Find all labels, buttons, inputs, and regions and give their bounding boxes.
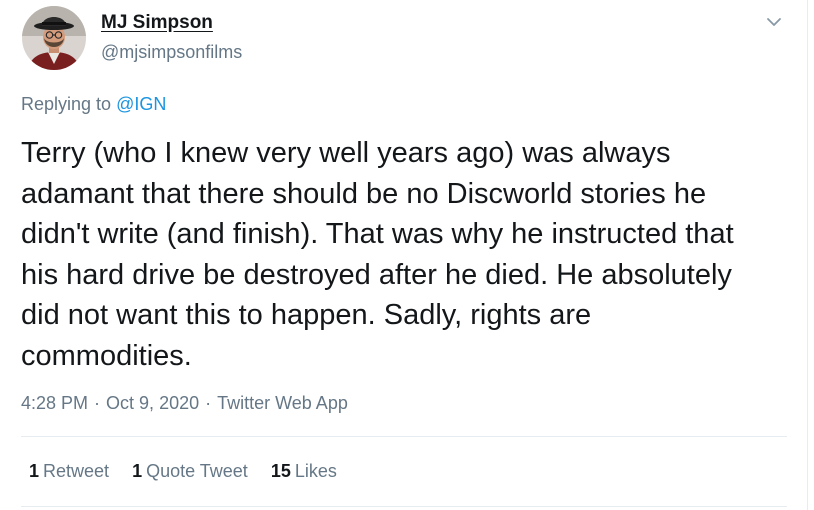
tweet-text-line: didn't write (and finish). That was why … xyxy=(21,218,734,250)
quote-tweets-stat[interactable]: 1 Quote Tweet xyxy=(132,461,248,482)
mention-link[interactable]: @IGN xyxy=(116,94,166,114)
retweets-label: Retweet xyxy=(43,461,110,481)
meta-separator: · xyxy=(94,393,101,413)
tweet-time[interactable]: 4:28 PM xyxy=(21,393,88,413)
tweet-text-line: did not want this to happen. Sadly, righ… xyxy=(21,299,592,331)
chevron-down-icon[interactable] xyxy=(762,10,786,34)
author-display-name[interactable]: MJ Simpson xyxy=(101,12,213,34)
profile-photo-icon xyxy=(22,6,86,70)
retweets-count: 1 xyxy=(29,461,40,481)
meta-separator: · xyxy=(205,393,212,413)
replying-to-label: Replying to xyxy=(21,94,112,114)
tweet-text-line: Terry (who I knew very well years ago) w… xyxy=(21,137,671,169)
tweet-text-line: his hard drive be destroyed after he die… xyxy=(21,258,732,291)
quote-tweets-count: 1 xyxy=(132,461,143,481)
tweet-text: Terry (who I knew very well years ago) w… xyxy=(21,133,801,376)
avatar[interactable] xyxy=(22,6,86,70)
retweets-stat[interactable]: 1 Retweet xyxy=(29,461,109,482)
tweet-text-line: commodities. xyxy=(21,339,192,372)
divider xyxy=(21,506,787,507)
likes-label: Likes xyxy=(294,461,337,481)
tweet-card: MJ Simpson @mjsimpsonfilms Replying to @… xyxy=(0,0,808,510)
divider xyxy=(21,436,787,437)
likes-count: 15 xyxy=(270,461,291,481)
author-handle[interactable]: @mjsimpsonfilms xyxy=(101,42,242,63)
tweet-metadata: 4:28 PM · Oct 9, 2020 · Twitter Web App xyxy=(21,393,348,414)
tweet-date[interactable]: Oct 9, 2020 xyxy=(106,393,199,413)
tweet-source[interactable]: Twitter Web App xyxy=(217,393,348,413)
quote-tweets-label: Quote Tweet xyxy=(146,461,248,481)
tweet-text-line: adamant that there should be no Discworl… xyxy=(21,177,707,210)
tweet-stats: 1 Retweet 1 Quote Tweet 15 Likes xyxy=(29,461,360,482)
replying-to: Replying to @IGN xyxy=(21,94,166,115)
likes-stat[interactable]: 15 Likes xyxy=(271,461,337,482)
